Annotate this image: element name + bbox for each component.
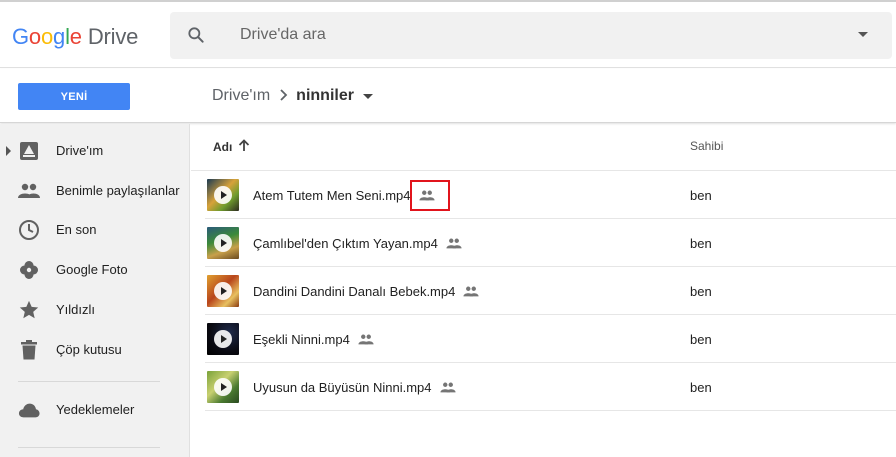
arrow-up-icon[interactable] bbox=[238, 139, 250, 155]
file-name-group: Çamlıbel'den Çıktım Yayan.mp4 bbox=[253, 236, 462, 251]
sidebar-item-starred[interactable]: Yıldızlı bbox=[0, 290, 190, 330]
file-owner: ben bbox=[690, 284, 712, 299]
search-bar[interactable] bbox=[170, 12, 892, 59]
search-icon[interactable] bbox=[186, 25, 206, 50]
drive-icon bbox=[18, 140, 40, 162]
annotation-highlight-box bbox=[410, 180, 450, 211]
file-name: Eşekli Ninni.mp4 bbox=[253, 332, 350, 347]
sidebar-divider bbox=[18, 447, 160, 448]
sidebar-item-google-photos[interactable]: Google Foto bbox=[0, 250, 190, 290]
file-name-group: Eşekli Ninni.mp4 bbox=[253, 332, 374, 347]
logo-letter: G bbox=[12, 24, 29, 49]
file-owner: ben bbox=[690, 380, 712, 395]
video-thumbnail bbox=[207, 371, 239, 403]
google-drive-logo[interactable]: Google Drive bbox=[12, 24, 138, 50]
file-row[interactable]: Atem Tutem Men Seni.mp4 ben bbox=[205, 171, 896, 219]
play-icon bbox=[214, 282, 232, 300]
clock-icon bbox=[18, 219, 40, 241]
breadcrumb-root[interactable]: Drive'ım bbox=[212, 87, 270, 105]
sidebar: Drive'ım Benimle paylaşılanlar En son Go… bbox=[0, 124, 190, 457]
trash-icon bbox=[18, 339, 40, 361]
video-thumbnail bbox=[207, 179, 239, 211]
sidebar-item-label: Drive'ım bbox=[56, 143, 104, 158]
shared-people-icon bbox=[358, 334, 374, 345]
play-icon bbox=[214, 378, 232, 396]
file-name-group: Atem Tutem Men Seni.mp4 bbox=[253, 188, 435, 203]
sidebar-item-label: Google Foto bbox=[56, 262, 128, 277]
breadcrumb-current-folder[interactable]: ninniler bbox=[296, 87, 354, 105]
sidebar-item-label: Yedeklemeler bbox=[56, 402, 135, 417]
search-options-dropdown-icon[interactable] bbox=[858, 32, 868, 37]
shared-people-icon bbox=[439, 382, 456, 393]
sidebar-item-backups[interactable]: Yedeklemeler bbox=[0, 390, 190, 430]
file-owner: ben bbox=[690, 236, 712, 251]
shared-people-icon bbox=[463, 286, 479, 297]
play-icon bbox=[214, 330, 232, 348]
file-owner: ben bbox=[690, 188, 712, 203]
people-icon bbox=[18, 180, 40, 202]
play-icon bbox=[214, 186, 232, 204]
file-name-group: Uyusun da Büyüsün Ninni.mp4 bbox=[253, 380, 456, 395]
sort-by-name[interactable]: Adı bbox=[213, 139, 250, 155]
breadcrumb: Drive'ım ninniler bbox=[212, 86, 373, 106]
app-header: Google Drive bbox=[0, 2, 896, 68]
play-icon bbox=[214, 234, 232, 252]
folder-menu-dropdown-icon[interactable] bbox=[362, 93, 373, 99]
sidebar-item-trash[interactable]: Çöp kutusu bbox=[0, 330, 190, 370]
logo-product-name: Drive bbox=[87, 24, 139, 49]
new-button[interactable]: YENİ bbox=[18, 83, 130, 110]
sidebar-divider bbox=[18, 381, 160, 382]
file-owner: ben bbox=[690, 332, 712, 347]
file-list: Adı Sahibi Atem Tutem Men Seni.mp4 ben Ç… bbox=[191, 124, 896, 457]
file-row[interactable]: Dandini Dandini Danalı Bebek.mp4 ben bbox=[205, 267, 896, 315]
sidebar-item-label: Yıldızlı bbox=[56, 302, 96, 317]
file-list-header: Adı Sahibi bbox=[191, 124, 896, 171]
file-name-group: Dandini Dandini Danalı Bebek.mp4 bbox=[253, 284, 479, 299]
video-thumbnail bbox=[207, 227, 239, 259]
sidebar-item-label: Çöp kutusu bbox=[56, 342, 122, 357]
file-row[interactable]: Çamlıbel'den Çıktım Yayan.mp4 ben bbox=[205, 219, 896, 267]
sidebar-item-shared-with-me[interactable]: Benimle paylaşılanlar bbox=[0, 171, 190, 211]
column-header-owner[interactable]: Sahibi bbox=[690, 139, 723, 153]
expand-arrow-icon[interactable] bbox=[6, 146, 11, 156]
pinwheel-icon bbox=[18, 259, 40, 281]
video-thumbnail bbox=[207, 275, 239, 307]
file-name: Atem Tutem Men Seni.mp4 bbox=[253, 188, 411, 203]
chevron-right-icon bbox=[280, 88, 288, 105]
video-thumbnail bbox=[207, 323, 239, 355]
logo-letter: o bbox=[40, 24, 54, 49]
file-name: Uyusun da Büyüsün Ninni.mp4 bbox=[253, 380, 432, 395]
logo-letter: g bbox=[53, 24, 66, 49]
sidebar-item-label: Benimle paylaşılanlar bbox=[56, 183, 180, 198]
sidebar-item-label: En son bbox=[56, 222, 97, 237]
sidebar-item-my-drive[interactable]: Drive'ım bbox=[0, 131, 190, 171]
file-row[interactable]: Uyusun da Büyüsün Ninni.mp4 ben bbox=[205, 363, 896, 411]
star-icon bbox=[18, 299, 40, 321]
cloud-icon bbox=[18, 399, 40, 421]
logo-letter: e bbox=[69, 24, 82, 49]
sidebar-item-recent[interactable]: En son bbox=[0, 210, 190, 250]
action-bar: YENİ Drive'ım ninniler bbox=[0, 69, 896, 123]
search-input[interactable] bbox=[240, 24, 800, 46]
column-header-name: Adı bbox=[213, 140, 233, 154]
file-name: Çamlıbel'den Çıktım Yayan.mp4 bbox=[253, 236, 438, 251]
file-name: Dandini Dandini Danalı Bebek.mp4 bbox=[253, 284, 456, 299]
logo-letter: o bbox=[28, 24, 41, 49]
file-row[interactable]: Eşekli Ninni.mp4 ben bbox=[205, 315, 896, 363]
shared-people-icon bbox=[446, 238, 462, 249]
